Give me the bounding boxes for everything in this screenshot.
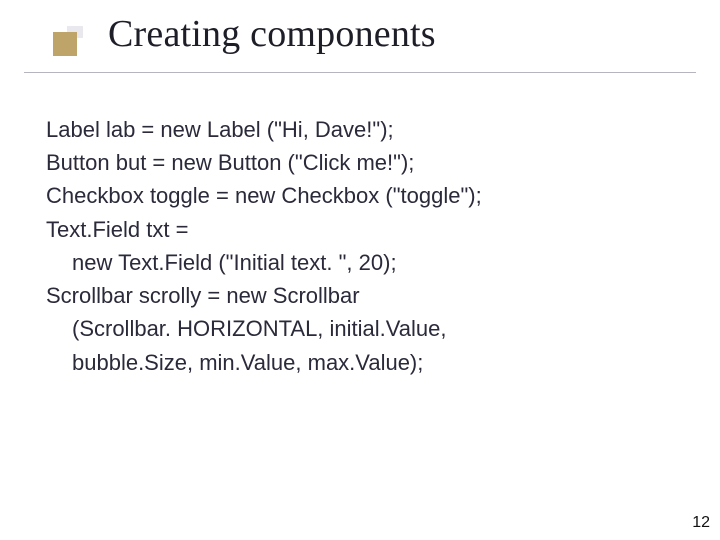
title-divider [24,72,696,73]
code-line-indent: bubble.Size, min.Value, max.Value); [46,347,666,378]
code-line: Label lab = new Label ("Hi, Dave!"); [46,114,666,145]
bullet-large-square [53,32,77,56]
code-text: (Scrollbar. HORIZONTAL, initial.Value, [46,313,666,344]
code-line: Checkbox toggle = new Checkbox ("toggle"… [46,180,666,211]
code-text: new Text.Field ("Initial text. ", 20); [46,247,666,278]
code-line-indent: new Text.Field ("Initial text. ", 20); [46,247,666,278]
slide-title: Creating components [108,12,436,56]
code-line: Text.Field txt = [46,214,666,245]
code-line: Scrollbar scrolly = new Scrollbar [46,280,666,311]
code-line: Button but = new Button ("Click me!"); [46,147,666,178]
slide: Creating components Label lab = new Labe… [0,0,720,540]
page-number: 12 [692,514,710,532]
code-text: bubble.Size, min.Value, max.Value); [46,347,666,378]
title-bullet-icon [53,26,101,68]
code-body: Label lab = new Label ("Hi, Dave!"); But… [46,114,666,380]
code-line-indent: (Scrollbar. HORIZONTAL, initial.Value, [46,313,666,344]
